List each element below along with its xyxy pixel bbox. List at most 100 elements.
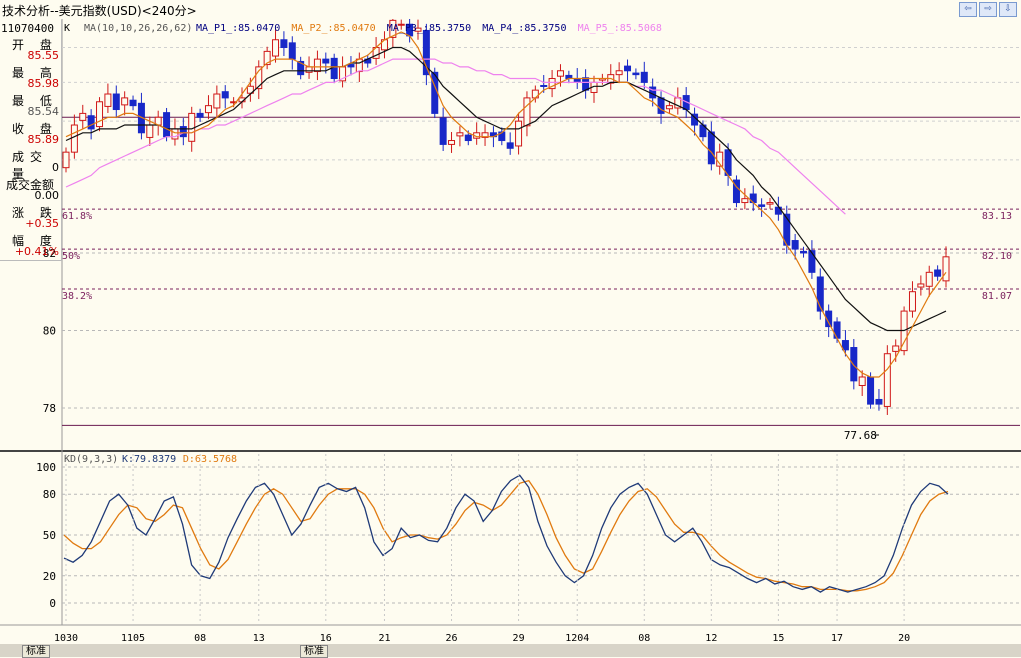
- candle-body: [305, 66, 313, 73]
- info-value: 85.98: [27, 77, 60, 90]
- date-label: 16: [320, 633, 332, 644]
- kd-y-tick-label: 50: [43, 529, 56, 542]
- window-controls: ⇦ ⇨ ⇩: [959, 2, 1017, 17]
- tab-standard-1[interactable]: 标准: [22, 645, 50, 658]
- kd-y-tick-label: 0: [49, 597, 56, 610]
- candle-body: [758, 204, 766, 207]
- candle-body: [87, 115, 95, 130]
- candle-body: [942, 256, 950, 282]
- candle-body: [883, 353, 891, 407]
- candle-body: [925, 271, 933, 287]
- candle-body: [288, 42, 296, 60]
- candle-body: [464, 134, 472, 142]
- candle-body: [213, 93, 221, 109]
- fib-label: 38.2%: [62, 291, 92, 302]
- candle-body: [121, 97, 129, 106]
- candle-body: [62, 151, 70, 169]
- candle-body: [112, 93, 120, 111]
- info-value: 85.54: [27, 105, 60, 118]
- bottom-tab-bar: 标准 标准: [0, 644, 1021, 658]
- candle-body: [665, 105, 673, 110]
- candle-body: [104, 93, 112, 107]
- kd-legend-name: KD(9,3,3): [64, 454, 118, 465]
- extreme-label: 77.68: [844, 429, 877, 442]
- date-label: 08: [638, 633, 650, 644]
- date-label: 1204: [565, 633, 589, 644]
- candle-body: [774, 206, 782, 215]
- kd-d-line: [63, 479, 949, 592]
- info-value: 85.89: [27, 133, 60, 146]
- main-legend-item: MA_P3_:85.3750: [387, 23, 471, 34]
- candle-body: [850, 347, 858, 382]
- candle-body: [322, 58, 330, 64]
- candle-body: [79, 112, 87, 121]
- candle-body: [129, 99, 137, 107]
- candle-body: [96, 101, 104, 128]
- main-legend-ma-label: MA(10,10,26,26,62): [84, 23, 192, 34]
- candle-body: [858, 376, 866, 387]
- candle-body: [272, 39, 280, 57]
- candle-body: [523, 97, 531, 127]
- candle-body: [841, 340, 849, 351]
- candle-body: [146, 124, 154, 138]
- candle-body: [163, 112, 171, 138]
- candle-body: [171, 128, 179, 140]
- candle-body: [624, 65, 632, 72]
- candle-body: [833, 321, 841, 339]
- date-label: 26: [446, 633, 458, 644]
- date-label: 20: [898, 633, 910, 644]
- chart-area[interactable]: 78808261.8%83.1350%82.1038.2%81.0788.447…: [0, 19, 1021, 644]
- y-tick-label: 80: [43, 324, 56, 337]
- window-title: 技术分析--美元指数(USD)<240分>: [2, 4, 197, 18]
- candle-body: [615, 70, 623, 76]
- main-legend-prefix: K: [64, 23, 70, 34]
- candle-body: [892, 345, 900, 352]
- candle-body: [556, 70, 564, 77]
- candle-body: [741, 198, 749, 204]
- info-value: 0: [52, 161, 59, 174]
- candle-body: [934, 269, 942, 277]
- candle-body: [456, 132, 464, 137]
- candle-body: [540, 84, 548, 87]
- fib-right-label: 82.10: [982, 251, 1012, 262]
- candle-body: [280, 39, 288, 49]
- date-label: 29: [513, 633, 525, 644]
- candle-body: [347, 64, 355, 68]
- candle-body: [707, 131, 715, 165]
- fib-label: 61.8%: [62, 211, 92, 222]
- fib-right-label: 83.13: [982, 211, 1012, 222]
- candle-body: [204, 105, 212, 114]
- title-bar: 技术分析--美元指数(USD)<240分> ⇦ ⇨ ⇩: [0, 0, 1021, 19]
- kd-legend-item: K:79.8379: [122, 454, 176, 465]
- candle-body: [791, 240, 799, 250]
- fib-right-label: 81.07: [982, 291, 1012, 302]
- main-legend-item: MA_P2_:85.0470: [291, 23, 375, 34]
- kd-y-tick-label: 20: [43, 570, 56, 583]
- candle-body: [448, 140, 456, 145]
- candle-body: [875, 398, 883, 405]
- date-label: 08: [194, 633, 206, 644]
- date-label: 1030: [54, 633, 78, 644]
- candle-body: [439, 117, 447, 145]
- date-label: 1105: [121, 633, 145, 644]
- info-value: 0.00: [34, 189, 60, 202]
- info-value: 85.55: [27, 49, 60, 62]
- instrument-code: 11070400: [1, 22, 54, 35]
- down-arrow-icon[interactable]: ⇩: [999, 2, 1017, 17]
- candle-body: [196, 112, 204, 118]
- candle-body: [582, 77, 590, 91]
- candle-body: [867, 376, 875, 405]
- info-panel: 11070400 开 盘 85.55 最 高 85.98 最 低 85.54 收 盘 85.8…: [0, 20, 62, 261]
- candle-body: [221, 91, 229, 99]
- next-arrow-icon[interactable]: ⇨: [979, 2, 997, 17]
- candle-body: [355, 58, 363, 73]
- ma-fast-line: [65, 31, 947, 378]
- prev-arrow-icon[interactable]: ⇦: [959, 2, 977, 17]
- tab-standard-2[interactable]: 标准: [300, 645, 328, 658]
- candle-body: [70, 124, 78, 153]
- date-label: 17: [831, 633, 843, 644]
- candle-body: [179, 126, 187, 138]
- kd-y-tick-label: 80: [43, 488, 56, 501]
- info-value: +0.35: [25, 217, 59, 230]
- panel-separator: [0, 450, 1021, 452]
